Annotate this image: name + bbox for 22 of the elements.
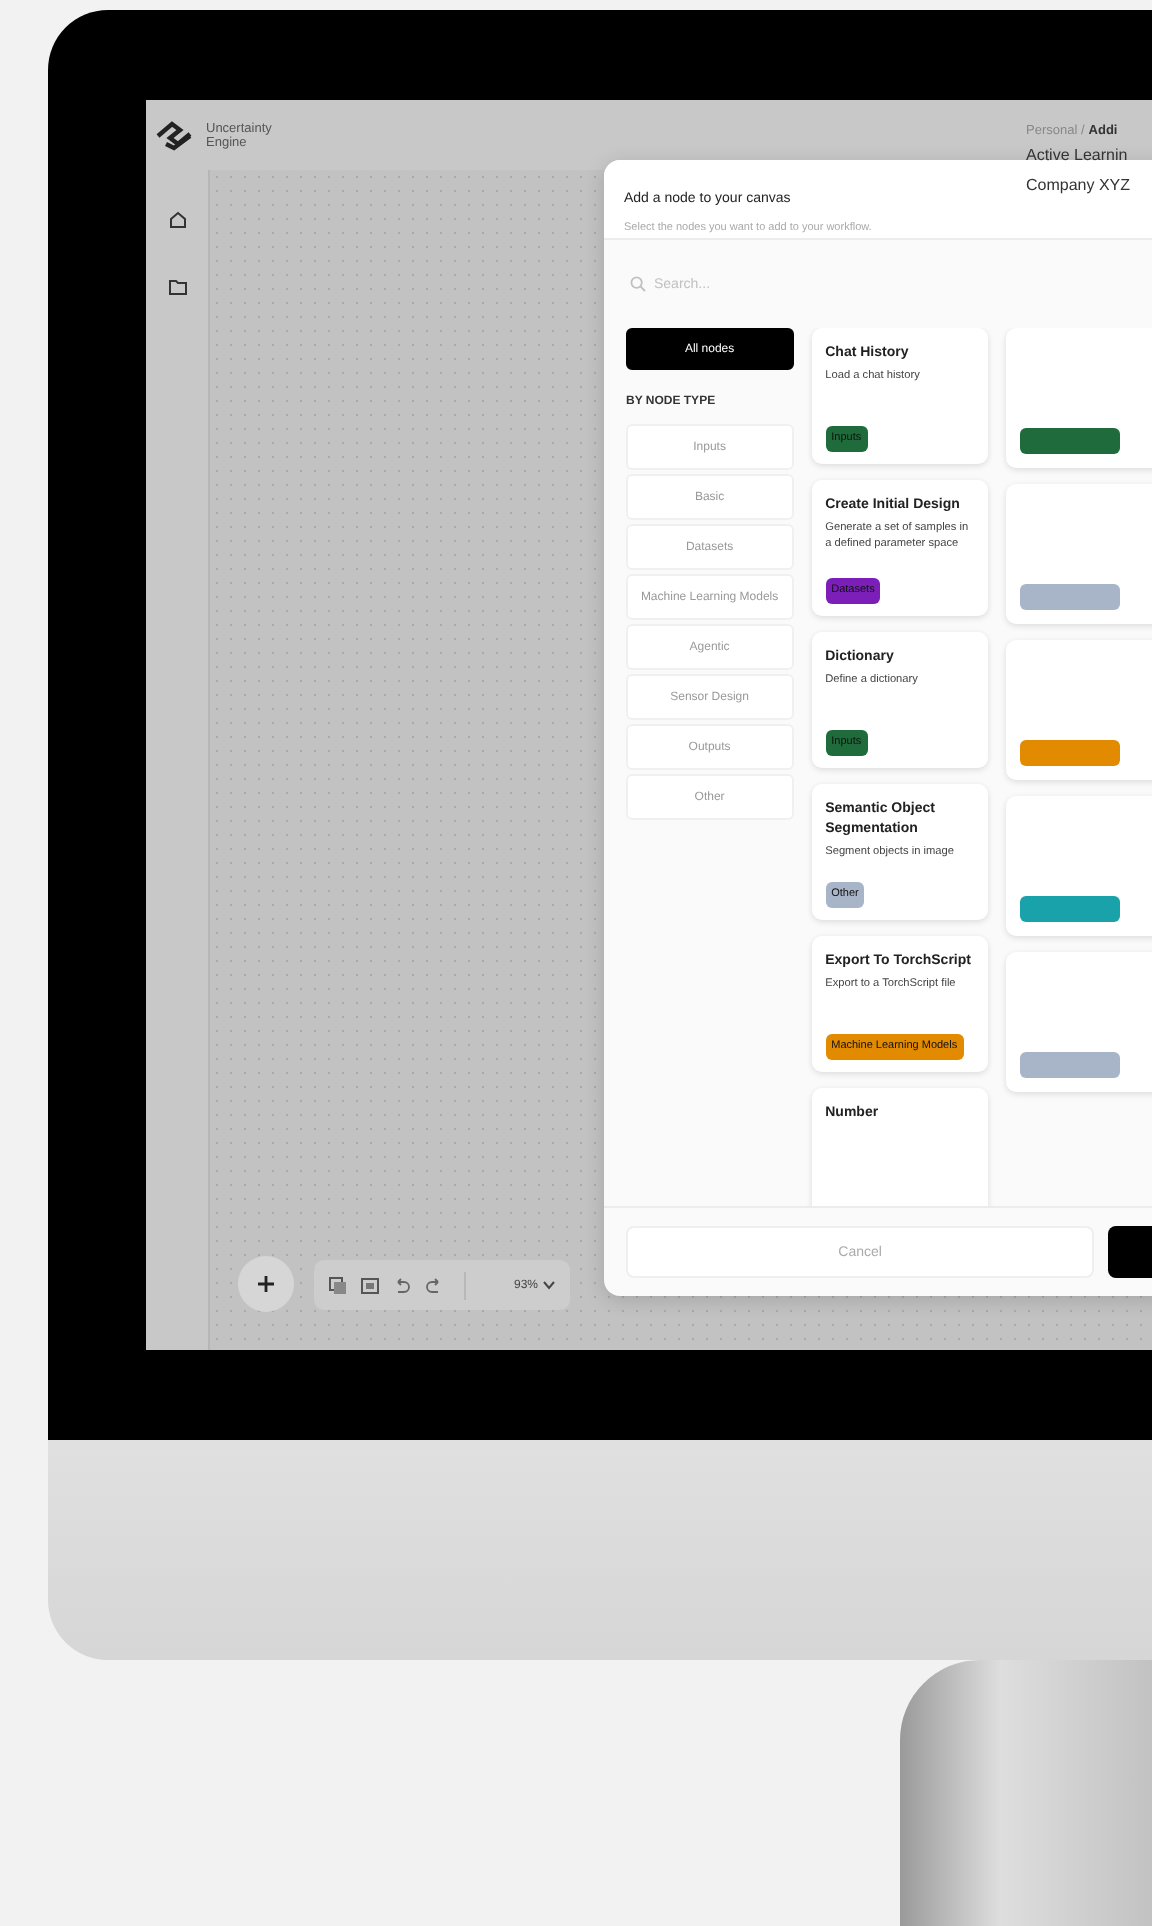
frame-button[interactable] bbox=[360, 1275, 380, 1295]
redo-button[interactable] bbox=[424, 1275, 444, 1295]
folder-icon[interactable] bbox=[167, 278, 187, 296]
layers-button[interactable] bbox=[328, 1275, 348, 1295]
frame-icon bbox=[360, 1275, 380, 1295]
plus-icon bbox=[256, 1274, 276, 1294]
node-card[interactable] bbox=[1006, 640, 1152, 780]
node-card[interactable] bbox=[1006, 952, 1152, 1092]
redo-icon bbox=[424, 1275, 444, 1295]
chevron-down-icon bbox=[542, 1280, 556, 1290]
home-icon[interactable] bbox=[167, 210, 187, 230]
add-node-button[interactable] bbox=[238, 1256, 294, 1312]
node-card[interactable] bbox=[1006, 796, 1152, 936]
layers-icon bbox=[328, 1275, 348, 1295]
search-icon bbox=[630, 276, 646, 292]
undo-icon bbox=[392, 1275, 412, 1295]
node-card[interactable] bbox=[1006, 328, 1152, 468]
undo-button[interactable] bbox=[392, 1275, 412, 1295]
project-title: Active Learnin bbox=[1026, 146, 1130, 164]
node-card[interactable] bbox=[1006, 484, 1152, 624]
company-name: Company XYZ bbox=[1026, 176, 1131, 194]
logo-icon bbox=[154, 119, 194, 151]
